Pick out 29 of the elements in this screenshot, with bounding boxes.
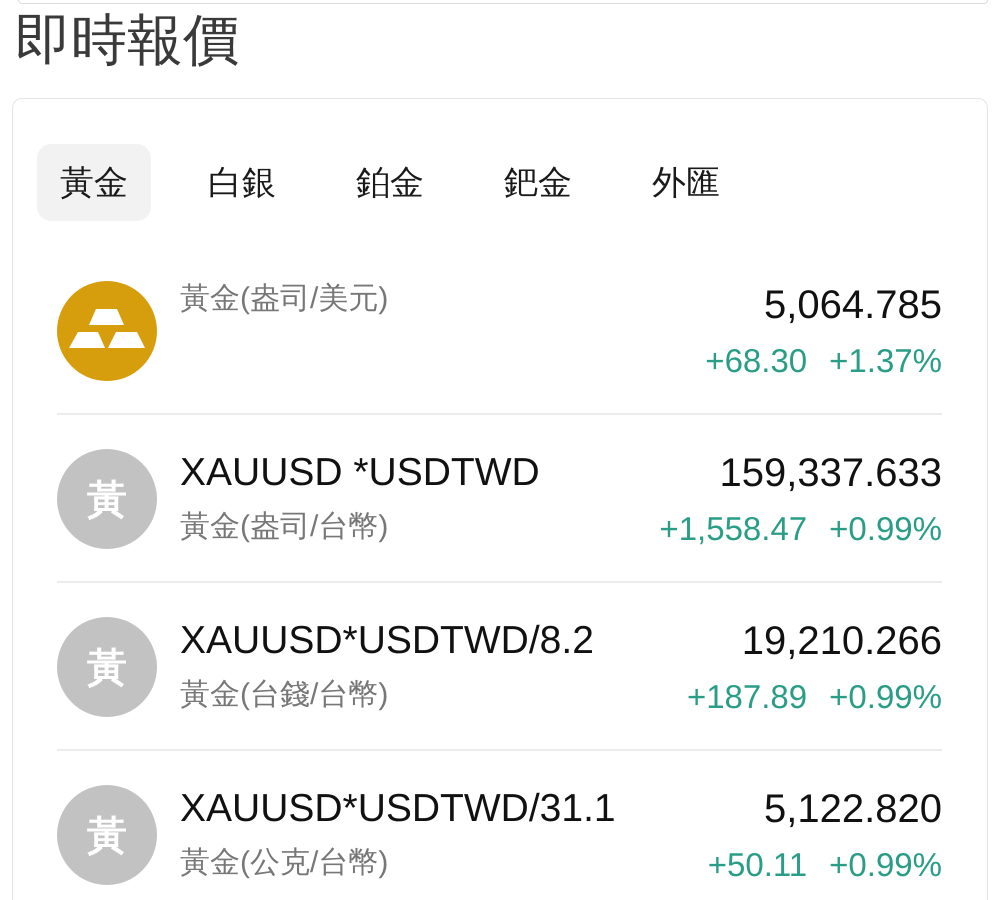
quote-name: 黃金(台錢/台幣) (180, 677, 388, 713)
quote-price: 5,122.820 (764, 786, 942, 833)
category-tab[interactable]: 鈀金 (481, 144, 595, 221)
percent-change: +0.99% (829, 845, 942, 885)
quote-name: 黃金(盎司/美元) (180, 281, 388, 317)
price-change: +50.11 (708, 845, 808, 885)
quote-name: 黃金(盎司/台幣) (180, 509, 388, 545)
ingots-icon (57, 281, 157, 381)
category-tab[interactable]: 白銀 (185, 144, 299, 221)
page-title: 即時報價 (15, 9, 239, 74)
price-change: +1,558.47 (659, 509, 808, 549)
price-change: +68.30 (705, 341, 808, 381)
quote-price: 159,337.633 (720, 450, 942, 497)
letter-avatar: 黃 (57, 785, 157, 885)
quote-symbol: XAUUSD*USDTWD/31.1 (180, 786, 616, 832)
category-tab[interactable]: 黃金 (37, 144, 151, 221)
category-tab[interactable]: 外匯 (629, 144, 743, 221)
quote-symbol: XAUUSD*USDTWD/8.2 (180, 618, 594, 664)
quote-price: 19,210.266 (742, 618, 942, 665)
quote-price: 5,064.785 (764, 282, 942, 329)
category-tab[interactable]: 鉑金 (333, 144, 447, 221)
percent-change: +1.37% (829, 341, 942, 381)
percent-change: +0.99% (829, 677, 942, 717)
letter-avatar: 黃 (57, 449, 157, 549)
percent-change: +0.99% (829, 509, 942, 549)
quote-name: 黃金(公克/台幣) (180, 845, 388, 881)
price-change: +187.89 (686, 677, 808, 717)
quote-symbol: XAUUSD *USDTWD (180, 450, 540, 496)
letter-avatar: 黃 (57, 617, 157, 717)
